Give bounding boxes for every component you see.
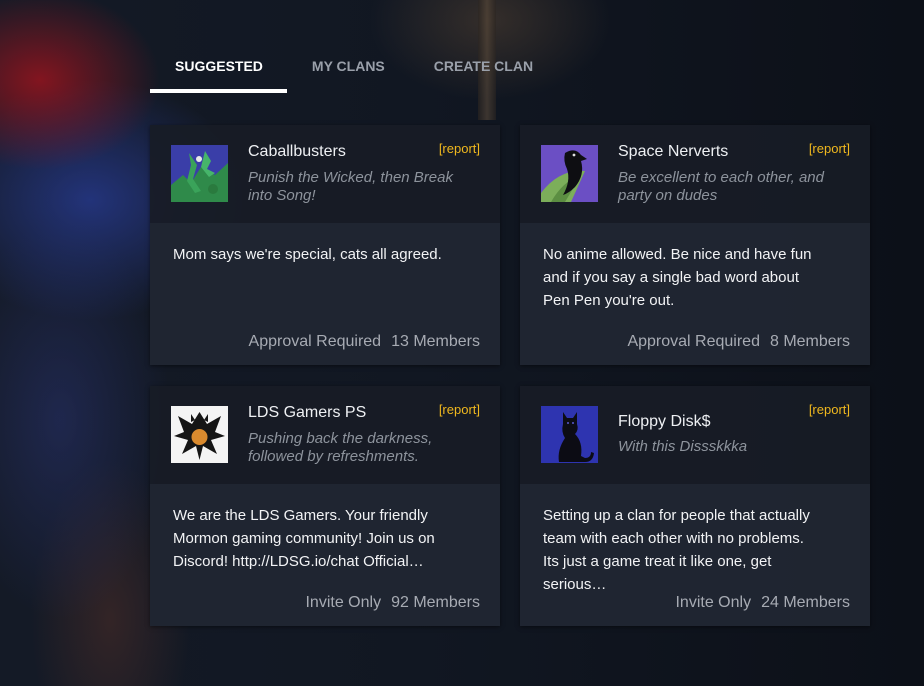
clan-card-header: Floppy Disk$ With this Dissskkka [report… [520, 386, 870, 484]
dragon-emblem-icon [171, 145, 228, 202]
clan-motto: Punish the Wicked, then Break into Song! [248, 169, 453, 204]
member-count: 24 Members [761, 594, 850, 611]
clan-description: We are the LDS Gamers. Your friendly Mor… [173, 507, 435, 570]
join-requirement: Approval Required [248, 333, 382, 350]
join-requirement: Approval Required [627, 333, 760, 350]
clan-footer: Invite Only 92 Members [305, 594, 480, 612]
clan-card-body: Mom says we're special, cats all agreed.… [150, 223, 500, 365]
clan-card-header: Caballbusters Punish the Wicked, then Br… [150, 125, 500, 223]
clan-name[interactable]: Floppy Disk$ [618, 413, 710, 431]
clan-footer: Approval Required 8 Members [627, 333, 850, 351]
clan-motto: With this Dissskkka [618, 438, 748, 455]
clan-card-body: Setting up a clan for people that actual… [520, 484, 870, 626]
eagle-emblem-icon [171, 406, 228, 463]
clan-card[interactable]: Floppy Disk$ With this Dissskkka [report… [520, 386, 870, 626]
raven-emblem-icon [541, 145, 598, 202]
clan-card-body: No anime allowed. Be nice and have fun a… [520, 223, 870, 365]
report-link[interactable]: [report] [809, 402, 850, 417]
clan-motto: Pushing back the darkness, followed by r… [248, 430, 433, 465]
clan-card-header: Space Nerverts Be excellent to each othe… [520, 125, 870, 223]
clan-card-body: We are the LDS Gamers. Your friendly Mor… [150, 484, 500, 626]
clan-card[interactable]: LDS Gamers PS Pushing back the darkness,… [150, 386, 500, 626]
report-link[interactable]: [report] [809, 141, 850, 156]
clan-card[interactable]: Caballbusters Punish the Wicked, then Br… [150, 125, 500, 365]
clan-card-header: LDS Gamers PS Pushing back the darkness,… [150, 386, 500, 484]
clan-description: No anime allowed. Be nice and have fun a… [543, 246, 812, 309]
clan-name[interactable]: LDS Gamers PS [248, 404, 366, 422]
clan-description: Setting up a clan for people that actual… [543, 507, 810, 593]
clan-footer: Approval Required 13 Members [249, 333, 480, 351]
clan-motto: Be excellent to each other, and party on… [618, 169, 824, 204]
tab-create-clan[interactable]: CREATE CLAN [409, 48, 557, 93]
clan-name[interactable]: Space Nerverts [618, 143, 728, 161]
clan-description: Mom says we're special, cats all agreed. [173, 246, 442, 263]
report-link[interactable]: [report] [439, 141, 480, 156]
clan-name[interactable]: Caballbusters [248, 143, 346, 161]
report-link[interactable]: [report] [439, 402, 480, 417]
member-count: 8 Members [769, 333, 850, 350]
clan-card[interactable]: Space Nerverts Be excellent to each othe… [520, 125, 870, 365]
join-requirement: Invite Only [675, 594, 752, 611]
member-count: 13 Members [391, 333, 480, 350]
member-count: 92 Members [391, 594, 480, 611]
join-requirement: Invite Only [305, 594, 382, 611]
cat-emblem-icon [541, 406, 598, 463]
tab-my-clans[interactable]: MY CLANS [287, 48, 409, 93]
clan-tabs: SUGGESTED MY CLANS CREATE CLAN [150, 48, 557, 93]
tab-suggested[interactable]: SUGGESTED [150, 48, 287, 93]
clan-footer: Invite Only 24 Members [675, 594, 850, 612]
